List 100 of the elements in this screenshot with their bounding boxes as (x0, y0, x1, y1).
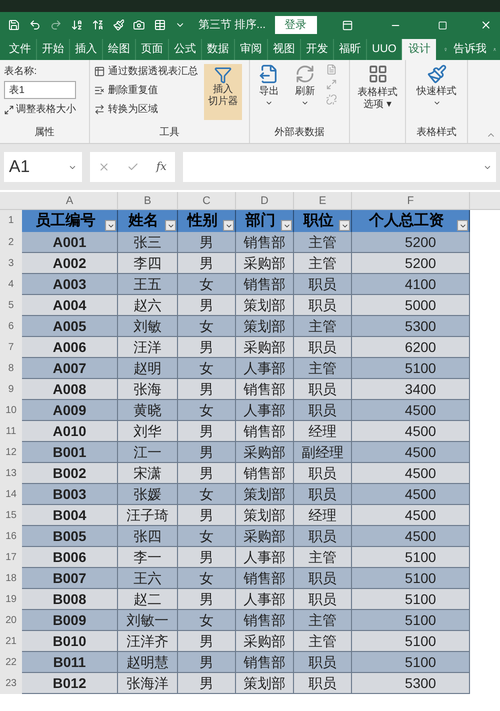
maximize-icon[interactable] (438, 20, 448, 30)
row-header[interactable]: 11 (0, 421, 22, 442)
column-header[interactable]: A (22, 192, 118, 209)
unlink-icon[interactable] (326, 94, 337, 105)
login-button[interactable]: 登录 (274, 16, 317, 34)
table-cell: 4500 (352, 526, 470, 547)
row-header[interactable]: 14 (0, 484, 22, 505)
filter-button[interactable] (457, 220, 468, 231)
table-cell: 5100 (352, 358, 470, 379)
save-icon[interactable] (8, 18, 20, 32)
sort-descending-icon[interactable] (92, 18, 104, 32)
tell-me-button[interactable]: 告诉我 (448, 39, 493, 60)
table-cell: 职员 (294, 400, 352, 421)
table-cell: 张四 (118, 526, 178, 547)
row-header[interactable]: 15 (0, 505, 22, 526)
column-header[interactable]: C (178, 192, 236, 209)
table-cell: 男 (178, 673, 236, 694)
column-header[interactable]: F (352, 192, 470, 209)
pivot-table-icon (94, 66, 105, 77)
camera-icon[interactable] (133, 18, 146, 32)
table-cell: 刘敏 (118, 316, 178, 337)
table-cell: 职员 (294, 589, 352, 610)
row-header[interactable]: 21 (0, 631, 22, 652)
group-label: 表格样式 (416, 126, 456, 140)
row-header[interactable]: 4 (0, 274, 22, 295)
tool-button[interactable]: 删除重复值 (94, 83, 198, 98)
filter-button[interactable] (339, 220, 350, 231)
table-cell: A002 (22, 253, 118, 274)
table-cell: 汪洋 (118, 337, 178, 358)
table-cell: 策划部 (236, 316, 294, 337)
enter-icon[interactable] (127, 161, 140, 173)
row-header[interactable]: 2 (0, 232, 22, 253)
table-cell: 5300 (352, 673, 470, 694)
row-header[interactable]: 1 (0, 210, 22, 232)
table-cell: 采购部 (236, 253, 294, 274)
window-title: 第三节 排序... (198, 18, 266, 33)
row-header[interactable]: 8 (0, 358, 22, 379)
row-header[interactable]: 22 (0, 652, 22, 673)
row-header[interactable]: 23 (0, 673, 22, 694)
row-header[interactable]: 10 (0, 400, 22, 421)
ribbon-display-icon[interactable] (342, 18, 353, 32)
sort-ascending-icon[interactable] (70, 18, 83, 32)
table-cell: B002 (22, 463, 118, 484)
table-cell: 张海洋 (118, 673, 178, 694)
row-header[interactable]: 12 (0, 442, 22, 463)
column-header[interactable]: D (236, 192, 294, 209)
table-name-field[interactable]: 表1 (4, 81, 76, 99)
insert-slicer-button[interactable]: 插入 切片器 (204, 64, 242, 120)
table-cell: 销售部 (236, 274, 294, 295)
tool-button[interactable]: 转换为区域 (94, 102, 198, 117)
export-button[interactable]: 导出 (254, 64, 284, 107)
resize-table-button[interactable]: 调整表格大小 (4, 102, 85, 117)
row-header[interactable]: 9 (0, 379, 22, 400)
row-header[interactable]: 13 (0, 463, 22, 484)
row-header[interactable]: 19 (0, 589, 22, 610)
table-cell: A001 (22, 232, 118, 253)
filter-button[interactable] (105, 220, 116, 231)
table-cell: 黄晓 (118, 400, 178, 421)
table-cell: 职员 (294, 274, 352, 295)
table-cell: 人事部 (236, 547, 294, 568)
formula-field[interactable] (183, 152, 496, 182)
row-header[interactable]: 16 (0, 526, 22, 547)
name-box[interactable]: A1 (4, 152, 82, 182)
tool-button[interactable]: 通过数据透视表汇总 (94, 64, 198, 79)
row-header[interactable]: 6 (0, 316, 22, 337)
form-icon[interactable] (154, 18, 166, 32)
table-cell: 职员 (294, 673, 352, 694)
table-cell: 4500 (352, 442, 470, 463)
row-header[interactable]: 18 (0, 568, 22, 589)
open-in-browser-icon[interactable] (326, 79, 337, 90)
style-options-button[interactable]: 表格样式 选项 ▾ (358, 64, 398, 111)
table-cell: A009 (22, 400, 118, 421)
table-cell: 汪子琦 (118, 505, 178, 526)
insert-function-button[interactable]: fx (156, 158, 167, 176)
filter-button[interactable] (223, 220, 234, 231)
brush-icon[interactable] (112, 18, 124, 32)
row-header[interactable]: 7 (0, 337, 22, 358)
filter-button[interactable] (165, 220, 176, 231)
column-header[interactable]: E (294, 192, 352, 209)
table-cell: B004 (22, 505, 118, 526)
undo-icon[interactable] (28, 18, 41, 32)
row-header[interactable]: 3 (0, 253, 22, 274)
cancel-icon[interactable] (98, 161, 110, 173)
refresh-button[interactable]: 刷新 (290, 64, 320, 107)
column-header[interactable]: B (118, 192, 178, 209)
table-cell: 赵明慧 (118, 652, 178, 673)
table-cell: 男 (178, 379, 236, 400)
quick-styles-button[interactable]: 快速样式 (416, 64, 456, 107)
table-cell: 男 (178, 232, 236, 253)
table-cell: 5100 (352, 610, 470, 631)
ribbon-tab[interactable]: 设计 (402, 39, 436, 60)
row-header[interactable]: 5 (0, 295, 22, 316)
properties-icon[interactable] (326, 64, 337, 75)
filter-button[interactable] (281, 220, 292, 231)
table-cell: 销售部 (236, 568, 294, 589)
group-label: 属性 (34, 126, 56, 140)
row-header[interactable]: 17 (0, 547, 22, 568)
table-cell: 人事部 (236, 400, 294, 421)
group-label: 工具 (158, 126, 180, 140)
row-header[interactable]: 20 (0, 610, 22, 631)
